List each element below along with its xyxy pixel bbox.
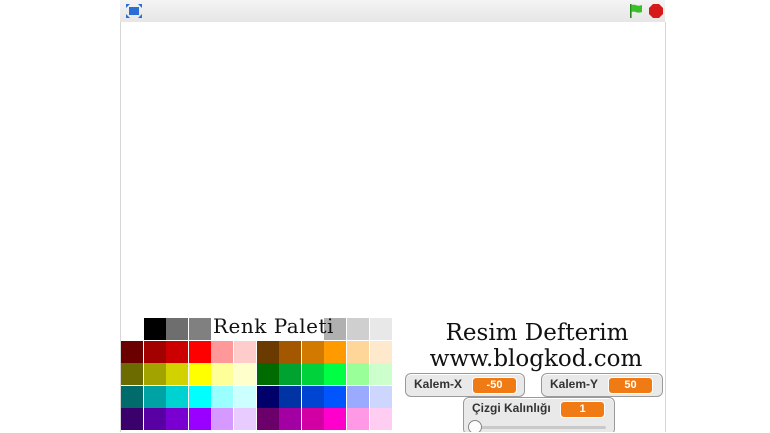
color-swatch[interactable] — [234, 408, 256, 431]
color-swatch[interactable] — [324, 408, 347, 431]
color-swatch[interactable] — [211, 363, 234, 386]
color-swatch[interactable] — [301, 408, 324, 431]
color-swatch[interactable] — [279, 408, 302, 431]
color-swatch[interactable] — [121, 340, 143, 363]
color-swatch[interactable] — [347, 340, 369, 363]
color-swatch[interactable] — [121, 408, 143, 431]
color-swatch[interactable] — [256, 363, 279, 386]
palette-title: Renk Paleti — [213, 314, 334, 338]
color-swatch[interactable] — [279, 385, 302, 408]
player-toolbar — [120, 0, 665, 23]
cizgi-kalinligi-value: 1 — [560, 401, 605, 418]
stage-canvas[interactable]: Renk Paleti Resim Defterim www.blogkod.c… — [120, 22, 666, 432]
color-swatch[interactable] — [347, 385, 369, 408]
color-swatch[interactable] — [369, 340, 392, 363]
color-swatch[interactable] — [301, 340, 324, 363]
kalem-y-label: Kalem-Y — [550, 377, 599, 391]
color-swatch[interactable] — [211, 340, 234, 363]
color-swatch[interactable] — [256, 408, 279, 431]
color-swatch[interactable] — [234, 363, 256, 386]
cizgi-kalinligi-slider-track[interactable] — [474, 426, 606, 429]
color-swatch[interactable] — [166, 340, 189, 363]
color-swatch[interactable] — [143, 340, 166, 363]
color-swatch[interactable] — [143, 385, 166, 408]
color-swatch[interactable] — [279, 363, 302, 386]
cizgi-kalinligi-slider-handle[interactable] — [468, 420, 482, 432]
color-swatch[interactable] — [324, 340, 347, 363]
color-swatch[interactable] — [121, 385, 143, 408]
color-swatch[interactable] — [347, 408, 369, 431]
color-swatch[interactable] — [234, 340, 256, 363]
color-swatch[interactable] — [188, 318, 211, 340]
kalem-y-monitor[interactable]: Kalem-Y 50 — [541, 373, 663, 397]
app-title: Resim Defterim — [445, 320, 629, 346]
stop-icon[interactable] — [649, 4, 663, 18]
color-swatch[interactable] — [143, 318, 166, 340]
color-swatch[interactable] — [188, 340, 211, 363]
color-swatch[interactable] — [211, 408, 234, 431]
color-swatch[interactable] — [347, 363, 369, 386]
color-swatch[interactable] — [301, 385, 324, 408]
color-swatch[interactable] — [347, 318, 369, 340]
color-swatch[interactable] — [166, 385, 189, 408]
color-swatch[interactable] — [166, 363, 189, 386]
kalem-x-monitor[interactable]: Kalem-X -50 — [405, 373, 525, 397]
color-swatch[interactable] — [324, 385, 347, 408]
color-swatch[interactable] — [143, 408, 166, 431]
kalem-y-value: 50 — [608, 377, 653, 394]
scratch-player: Renk Paleti Resim Defterim www.blogkod.c… — [120, 0, 666, 433]
color-swatch[interactable] — [369, 318, 392, 340]
color-swatch[interactable] — [369, 385, 392, 408]
color-swatch[interactable] — [256, 385, 279, 408]
color-swatch[interactable] — [369, 408, 392, 431]
color-palette: Renk Paleti — [121, 314, 392, 432]
cizgi-kalinligi-monitor[interactable]: Çizgi Kalınlığı 1 — [463, 397, 615, 432]
color-swatch[interactable] — [256, 340, 279, 363]
color-swatch[interactable] — [234, 385, 256, 408]
kalem-x-value: -50 — [472, 377, 517, 394]
color-swatch[interactable] — [188, 408, 211, 431]
color-swatch[interactable] — [166, 318, 189, 340]
color-swatch[interactable] — [211, 385, 234, 408]
color-swatch[interactable] — [121, 363, 143, 386]
color-swatch[interactable] — [324, 363, 347, 386]
color-swatch[interactable] — [301, 363, 324, 386]
app-url: www.blogkod.com — [429, 346, 643, 372]
color-swatch[interactable] — [279, 340, 302, 363]
kalem-x-label: Kalem-X — [414, 377, 463, 391]
cizgi-kalinligi-label: Çizgi Kalınlığı — [472, 401, 551, 415]
color-swatch[interactable] — [143, 363, 166, 386]
color-swatch[interactable] — [188, 385, 211, 408]
fullscreen-icon[interactable] — [125, 3, 143, 19]
color-swatch[interactable] — [369, 363, 392, 386]
color-swatch[interactable] — [166, 408, 189, 431]
green-flag-icon[interactable] — [628, 3, 644, 19]
color-swatch[interactable] — [188, 363, 211, 386]
